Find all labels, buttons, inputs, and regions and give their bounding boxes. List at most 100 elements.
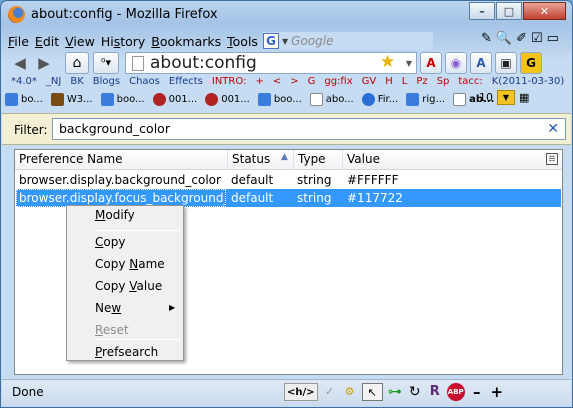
url-input[interactable]: about:config <box>150 53 406 73</box>
bookmark-item[interactable]: L <box>402 76 408 90</box>
tool-icon[interactable]: ✎ <box>481 31 492 46</box>
page-icon <box>309 92 323 106</box>
menu-item-prefsearch[interactable]: Prefsearch <box>95 345 158 359</box>
filter-label: Filter: <box>14 123 48 137</box>
back-button[interactable]: ◀ <box>11 54 29 72</box>
filter-input[interactable]: background_color ✕ <box>52 118 566 140</box>
table-header: Preference Name Status ▲ Type Value ☷ <box>15 150 562 170</box>
bookmark-item[interactable]: boo... <box>100 92 145 106</box>
screen-icon[interactable]: ▭ <box>547 31 559 46</box>
page-icon <box>132 55 144 71</box>
favicon-icon <box>152 92 166 106</box>
column-picker-icon[interactable]: ☷ <box>546 153 558 165</box>
column-value[interactable]: Value <box>343 150 543 170</box>
zoom-out-icon[interactable]: – <box>469 383 485 401</box>
menu-file[interactable]: File <box>5 34 32 49</box>
favicon-icon <box>50 92 64 106</box>
minimize-button[interactable]: – <box>469 2 495 20</box>
url-bar[interactable]: about:config ▼ <box>125 52 417 74</box>
menu-item-copy-value[interactable]: Copy Value <box>95 279 162 293</box>
bookmark-item[interactable]: *4.0* <box>11 76 37 90</box>
column-type[interactable]: Type <box>294 150 343 170</box>
search-box[interactable]: G ▼ Google <box>263 32 433 50</box>
bookmark-item[interactable]: K(2011-03-30) <box>492 76 564 90</box>
bookmarks-toolbar-2: bo... W3... boo... 001... 001... boo... … <box>5 90 502 108</box>
pencil-icon[interactable]: ✐ <box>516 31 527 46</box>
bookmark-item[interactable]: Pz <box>416 76 427 90</box>
bookmark-item[interactable]: Sp <box>437 76 450 90</box>
bookmark-item[interactable]: _NJ <box>46 76 61 90</box>
menu-item-copy-name[interactable]: Copy Name <box>95 257 165 271</box>
bookmark-item[interactable]: GV <box>362 76 377 90</box>
maximize-button[interactable]: □ <box>496 2 522 20</box>
forward-button[interactable]: ▶ <box>35 54 53 72</box>
chevron-down-icon[interactable]: ▼ <box>282 37 288 46</box>
bookmark-item[interactable]: abo... <box>309 92 354 106</box>
column-preference-name[interactable]: Preference Name <box>15 150 228 170</box>
filter-bar: Filter: background_color ✕ <box>2 113 571 145</box>
extension-button[interactable]: ⁰▾ <box>93 52 119 74</box>
cell-status: default <box>231 191 274 205</box>
tab-grid-icon[interactable]: ▦ <box>519 91 529 104</box>
status-text: Done <box>12 385 44 399</box>
list-all-tabs-button[interactable]: ▼ <box>497 90 515 105</box>
bookmark-item[interactable]: INTRO: <box>212 76 247 90</box>
bookmark-item[interactable]: W3... <box>50 92 93 106</box>
search-input[interactable]: Google <box>291 34 333 48</box>
clear-icon[interactable]: ✕ <box>547 121 559 137</box>
menu-view[interactable]: View <box>62 34 98 49</box>
favicon-icon <box>406 92 420 106</box>
bookmark-item[interactable]: boo... <box>257 92 302 106</box>
gear-icon[interactable]: ⚙ <box>342 383 358 401</box>
bookmark-item[interactable]: < <box>273 76 281 90</box>
refresh-icon[interactable]: ↻ <box>407 383 423 401</box>
bookmark-item[interactable]: Fir... <box>361 92 398 106</box>
menu-item-modify[interactable]: Modify <box>95 208 135 222</box>
google-icon[interactable]: G <box>263 33 279 49</box>
r-icon[interactable]: R <box>427 383 443 401</box>
zoom-in-icon[interactable]: + <box>489 383 505 401</box>
chevron-down-icon[interactable]: ▼ <box>406 59 412 68</box>
favicon-icon <box>100 92 114 106</box>
cursor-select-icon[interactable]: ↖ <box>361 383 383 401</box>
menu-item-reset: Reset <box>95 323 129 337</box>
bookmark-item[interactable]: 001... <box>152 92 197 106</box>
bookmark-item[interactable]: BK <box>70 76 83 90</box>
close-button[interactable]: ✕ <box>523 2 566 20</box>
table-row[interactable]: browser.display.background_color default… <box>16 171 561 189</box>
bookmark-item[interactable]: + <box>255 76 263 90</box>
bookmark-item[interactable]: bo... <box>5 92 43 106</box>
adblock-icon[interactable]: ABP <box>446 383 465 401</box>
menu-item-copy[interactable]: Copy <box>95 235 125 249</box>
bookmark-item[interactable]: > <box>290 76 298 90</box>
font-icon[interactable]: A <box>470 52 492 74</box>
menu-item-new[interactable]: New <box>95 301 121 315</box>
favicon-icon <box>205 92 219 106</box>
plus-page-icon[interactable]: ▣ <box>495 52 517 74</box>
check-icon[interactable]: ☑ <box>531 31 543 46</box>
bookmark-item[interactable]: rig... <box>406 92 445 106</box>
menu-edit[interactable]: Edit <box>32 34 62 49</box>
bookmark-item[interactable]: G <box>308 76 316 90</box>
bookmark-item[interactable]: tacc: <box>458 76 482 90</box>
bookmark-item[interactable]: gg:fix <box>324 76 352 90</box>
menu-history[interactable]: History <box>98 34 148 49</box>
bookmark-item[interactable]: H <box>385 76 393 90</box>
menu-bookmarks[interactable]: Bookmarks <box>148 34 224 49</box>
filter-value: background_color <box>59 121 170 136</box>
g-icon[interactable]: G <box>520 52 542 74</box>
bookmark-item[interactable]: Blogs <box>93 76 120 90</box>
check-icon[interactable]: ✓ <box>322 383 338 401</box>
color-picker-icon[interactable]: ◉ <box>445 52 467 74</box>
magnifier-icon[interactable]: 🔍 <box>496 31 512 46</box>
home-button[interactable]: ⌂ <box>65 52 89 74</box>
bookmark-item[interactable]: Effects <box>169 76 203 90</box>
connection-icon[interactable]: ⊶ <box>387 383 403 401</box>
acrobat-icon[interactable]: A <box>420 52 442 74</box>
menu-tools[interactable]: Tools <box>224 34 261 49</box>
html-validator-icon[interactable]: <h/> <box>284 383 318 401</box>
bookmark-item[interactable]: Chaos <box>129 76 160 90</box>
bookmark-star-icon[interactable]: ★ <box>380 52 395 72</box>
bookmark-item[interactable]: 001... <box>205 92 250 106</box>
firefox-icon <box>8 6 25 23</box>
